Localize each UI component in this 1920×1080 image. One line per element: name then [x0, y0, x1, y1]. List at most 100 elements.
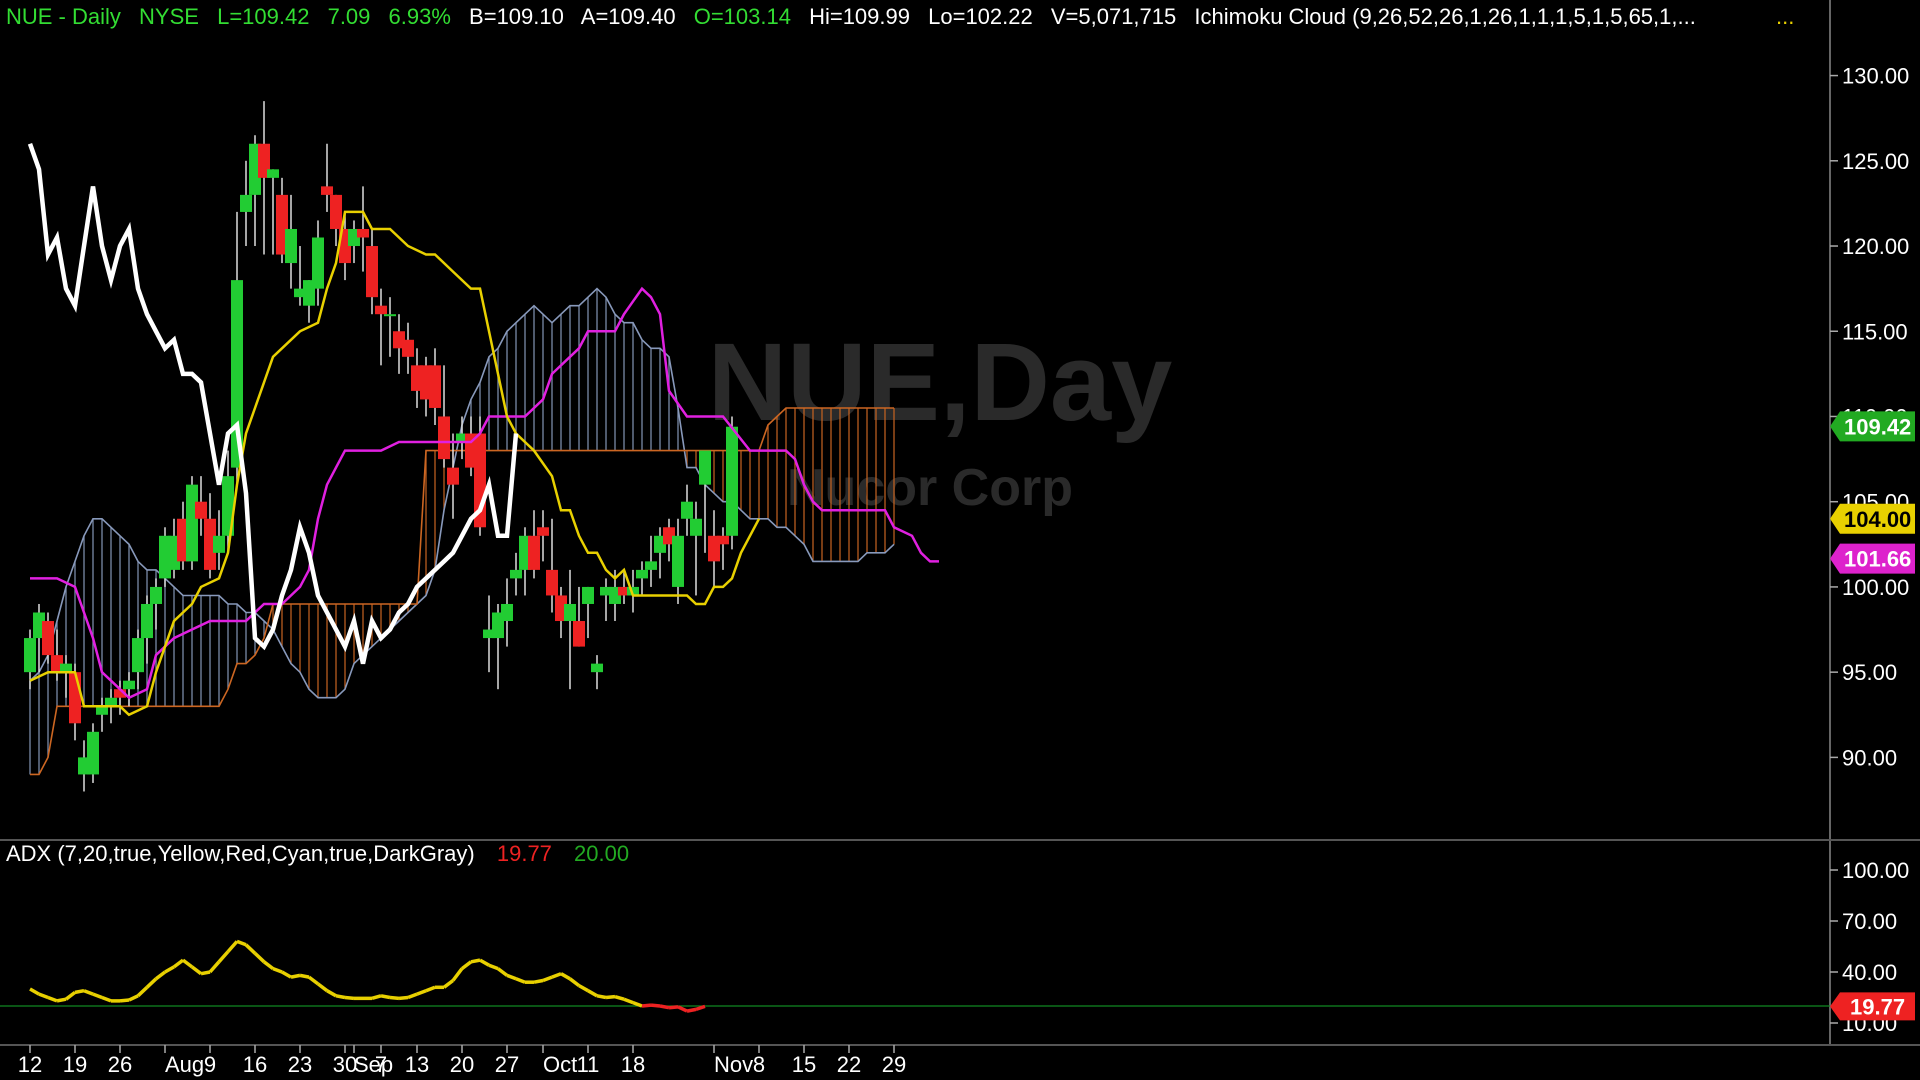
candle-body: [123, 680, 135, 690]
adx-segment: [389, 995, 400, 1001]
time-tick-label: 16: [243, 1052, 267, 1077]
time-tick-label: 13: [405, 1052, 429, 1077]
header-more-menu[interactable]: ...: [1776, 4, 1794, 30]
time-tick-label: 8: [753, 1052, 765, 1077]
candle-body: [24, 638, 36, 673]
time-tick-label: 22: [837, 1052, 861, 1077]
adx-segment: [335, 994, 346, 1000]
adx-segment: [172, 958, 185, 969]
adx-segment: [326, 989, 337, 998]
header-volume: V=5,071,715: [1050, 4, 1177, 29]
chart-header: NUE - Daily NYSE L=109.42 7.09 6.93% B=1…: [6, 4, 1708, 30]
price-tick-label: 115.00: [1842, 319, 1908, 344]
candle-body: [132, 638, 144, 673]
adx-segment: [416, 989, 427, 996]
adx-segment: [253, 952, 266, 964]
adx-segment: [344, 995, 355, 1001]
candle-body: [105, 697, 117, 707]
adx-segment: [145, 977, 158, 989]
candle-body: [672, 535, 684, 587]
candle-body: [438, 416, 450, 460]
candle-body: [141, 603, 153, 639]
candle-body: [528, 535, 540, 570]
adx-segment: [659, 1004, 670, 1010]
time-tick-label: 23: [288, 1052, 312, 1077]
candle-body: [645, 561, 657, 570]
adx-tick-label: 40.00: [1842, 960, 1897, 985]
time-tick-label: 9: [204, 1052, 216, 1077]
price-tick-label: 95.00: [1842, 660, 1897, 685]
candle-body: [186, 484, 198, 562]
adx-threshold: 20.00: [574, 841, 630, 866]
adx-segment: [515, 977, 526, 984]
adx-segment: [470, 958, 481, 964]
adx-segment: [316, 982, 329, 993]
adx-segment: [64, 991, 77, 1001]
adx-segment: [496, 967, 509, 977]
adx-segment: [451, 967, 464, 982]
adx-segment: [236, 939, 247, 947]
header-study: Ichimoku Cloud (9,26,52,26,1,26,1,1,1,5,…: [1194, 4, 1696, 29]
adx-segment: [119, 998, 130, 1003]
candle-body: [267, 169, 279, 178]
header-exchange: NYSE: [139, 4, 199, 29]
candle-body: [717, 535, 729, 545]
adx-segment: [200, 970, 211, 976]
candle-body: [726, 426, 738, 536]
candle-body: [501, 603, 513, 622]
candle-body: [87, 731, 99, 775]
time-tick-label: 7: [375, 1052, 387, 1077]
candle-body: [699, 450, 711, 485]
adx-segment: [407, 992, 418, 1000]
candle-body: [447, 467, 459, 485]
header-high: Hi=109.99: [809, 4, 910, 29]
header-ask: A=109.40: [580, 4, 676, 29]
header-change-pct: 6.93%: [388, 4, 451, 29]
adx-segment: [181, 958, 194, 969]
candle-body: [69, 672, 81, 724]
adx-segment: [307, 975, 320, 986]
candle-body: [195, 501, 207, 519]
adx-segment: [460, 960, 473, 970]
adx-segment: [38, 992, 49, 1000]
header-low: Lo=102.22: [928, 4, 1033, 29]
time-tick-label: 12: [18, 1052, 42, 1077]
adx-segment: [74, 988, 85, 995]
header-last: L=109.42: [217, 4, 310, 29]
header-change: 7.09: [327, 4, 371, 29]
last-price-badge: 109.42: [1844, 414, 1911, 439]
candle-body: [285, 228, 297, 264]
tenkan-badge: 104.00: [1844, 507, 1911, 532]
candle-body: [402, 339, 414, 357]
adx-tick-label: 70.00: [1842, 909, 1897, 934]
adx-segment: [299, 973, 310, 979]
adx-segment: [380, 994, 391, 1000]
time-tick-label: Nov: [714, 1052, 753, 1077]
time-tick-label: 15: [792, 1052, 816, 1077]
adx-badge: 19.77: [1850, 994, 1905, 1019]
adx-segment: [614, 994, 625, 1001]
adx-segment: [154, 970, 167, 981]
adx-segment: [641, 1003, 652, 1008]
adx-segment: [190, 965, 203, 976]
candle-body: [510, 569, 522, 579]
time-tick-label: 29: [882, 1052, 906, 1077]
candle-body: [537, 527, 549, 536]
adx-segment: [217, 950, 230, 963]
adx-segment: [587, 989, 598, 998]
adx-segment: [488, 963, 499, 971]
candle-body: [384, 314, 396, 317]
adx-segment: [568, 977, 581, 987]
header-bid: B=109.10: [469, 4, 564, 29]
adx-segment: [290, 973, 301, 979]
time-tick-label: Aug: [165, 1052, 204, 1077]
candle-body: [681, 501, 693, 519]
adx-segment: [686, 1007, 697, 1013]
adx-segment: [101, 995, 112, 1003]
candle-body: [150, 586, 162, 604]
header-open: O=103.14: [693, 4, 791, 29]
price-tick-label: 125.00: [1842, 149, 1909, 174]
adx-value: 19.77: [496, 841, 552, 866]
adx-legend: ADX (7,20,true,Yellow,Red,Cyan,true,Dark…: [6, 841, 645, 867]
time-tick-label: 19: [63, 1052, 87, 1077]
